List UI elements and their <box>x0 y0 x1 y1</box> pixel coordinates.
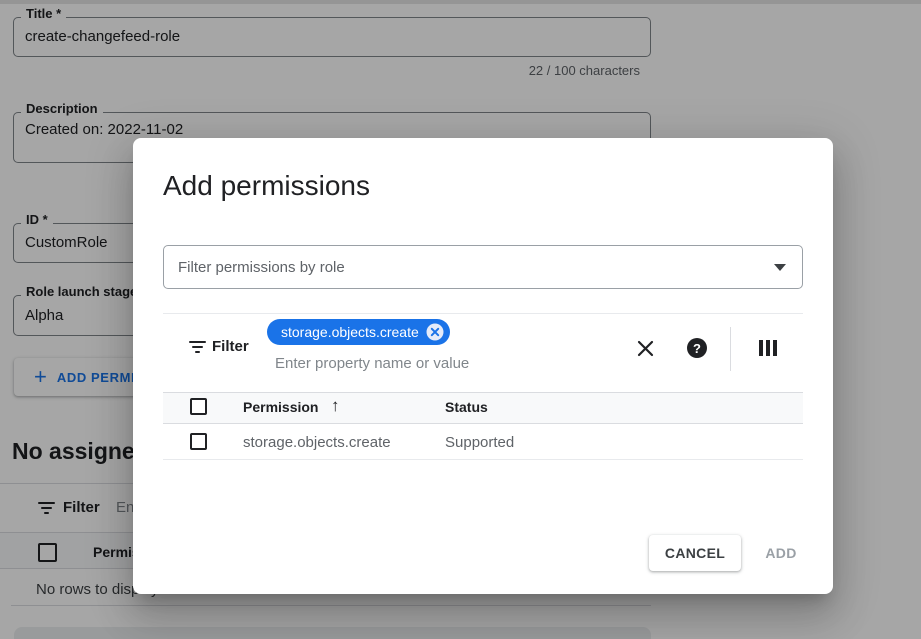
column-display-icon[interactable] <box>756 336 780 360</box>
column-permission[interactable]: Permission <box>243 399 318 415</box>
top-shadow <box>0 0 921 4</box>
cancel-button-label: CANCEL <box>665 545 725 561</box>
role-filter-select[interactable]: Filter permissions by role <box>163 245 803 289</box>
filter-icon <box>189 341 206 356</box>
dialog-filter-label: Filter <box>212 338 249 355</box>
row-permission: storage.objects.create <box>243 434 391 451</box>
add-permissions-dialog: Add permissions Filter permissions by ro… <box>133 138 833 594</box>
help-icon[interactable]: ? <box>685 336 709 360</box>
toolbar-top-border <box>163 313 803 314</box>
add-button-label: ADD <box>765 545 796 561</box>
dialog-title: Add permissions <box>163 170 370 202</box>
add-button[interactable]: ADD <box>751 535 811 571</box>
column-status[interactable]: Status <box>445 399 488 415</box>
role-filter-select-value: Filter permissions by role <box>178 259 774 276</box>
dialog-filter-input[interactable] <box>275 355 535 372</box>
toolbar-divider <box>730 327 731 371</box>
chip-remove-icon[interactable] <box>426 323 444 341</box>
sort-ascending-icon[interactable]: ↑ <box>331 396 340 416</box>
filter-chip-label: storage.objects.create <box>281 324 419 340</box>
dropdown-caret-icon <box>774 264 786 271</box>
select-all-checkbox[interactable] <box>190 398 207 415</box>
cancel-button[interactable]: CANCEL <box>649 535 741 571</box>
clear-filters-icon[interactable] <box>633 336 657 360</box>
row-checkbox[interactable] <box>190 433 207 450</box>
screen: Title * create-changefeed-role 22 / 100 … <box>0 0 921 639</box>
filter-chip[interactable]: storage.objects.create <box>267 319 450 345</box>
row-status: Supported <box>445 434 514 451</box>
